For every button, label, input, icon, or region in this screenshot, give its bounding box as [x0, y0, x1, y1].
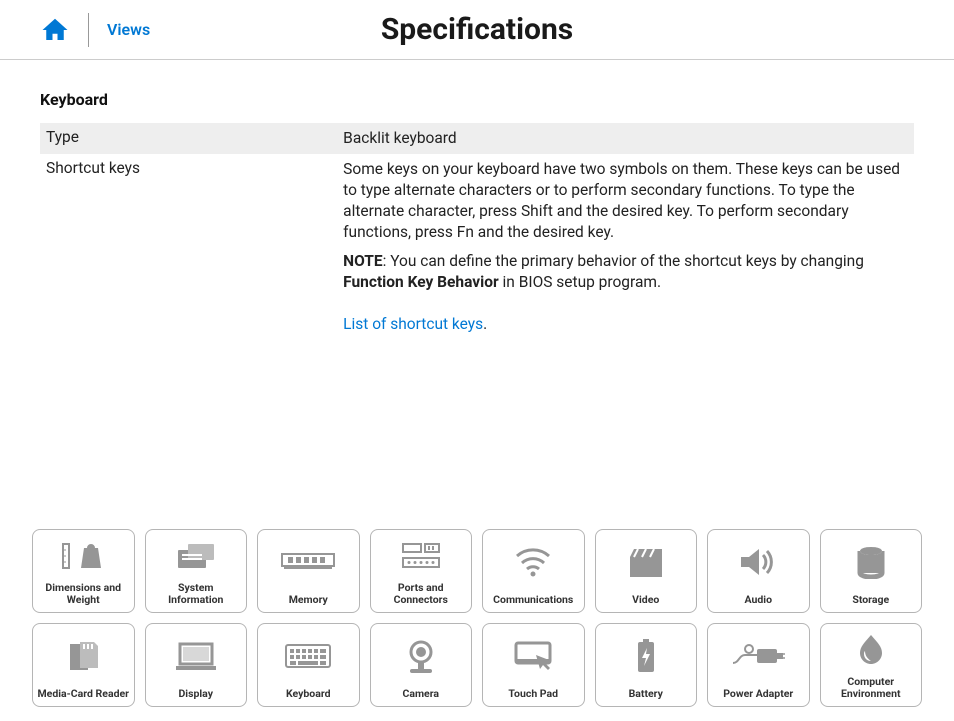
- nav-battery[interactable]: Battery: [595, 623, 698, 707]
- dimensions-weight-icon: [59, 540, 107, 572]
- nav-audio[interactable]: Audio: [707, 529, 810, 613]
- communications-icon: [513, 546, 553, 578]
- nav-label: Dimensions and Weight: [33, 582, 134, 606]
- views-link[interactable]: Views: [107, 20, 150, 39]
- memory-icon: [280, 552, 336, 572]
- system-info-icon: [174, 540, 218, 572]
- nav-label: Memory: [285, 594, 332, 606]
- display-icon: [174, 640, 218, 672]
- page-title: Specifications: [381, 12, 573, 47]
- nav-label: Storage: [848, 594, 893, 606]
- section-heading: Keyboard: [40, 90, 914, 109]
- nav-computer-environment[interactable]: Computer Environment: [820, 623, 923, 707]
- row-label: Type: [40, 123, 337, 154]
- note-tail: in BIOS setup program.: [499, 273, 661, 291]
- power-adapter-icon: [731, 643, 785, 669]
- note-block: NOTE: You can define the primary behavio…: [343, 251, 908, 293]
- shortcut-description: Some keys on your keyboard have two symb…: [343, 160, 900, 241]
- environment-icon: [856, 633, 886, 667]
- shortcut-keys-link[interactable]: List of shortcut keys: [343, 315, 483, 333]
- nav-label: System Information: [146, 582, 247, 606]
- nav-label: Ports and Connectors: [371, 582, 472, 606]
- spec-table: Type Backlit keyboard Shortcut keys Some…: [40, 123, 914, 340]
- table-row: Shortcut keys Some keys on your keyboard…: [40, 154, 914, 340]
- battery-icon: [635, 638, 657, 674]
- nav-system-information[interactable]: System Information: [145, 529, 248, 613]
- note-label: NOTE: [343, 252, 382, 270]
- nav-label: Communications: [489, 594, 577, 606]
- camera-icon: [404, 638, 438, 674]
- header: Views Specifications: [0, 0, 954, 60]
- nav-label: Video: [628, 594, 663, 606]
- nav-dimensions-weight[interactable]: Dimensions and Weight: [32, 529, 135, 613]
- nav-touch-pad[interactable]: Touch Pad: [482, 623, 585, 707]
- nav-camera[interactable]: Camera: [370, 623, 473, 707]
- nav-label: Touch Pad: [504, 688, 562, 700]
- header-divider: [88, 13, 89, 47]
- nav-label: Display: [174, 688, 217, 700]
- note-text: : You can define the primary behavior of…: [383, 252, 864, 270]
- row-value: Some keys on your keyboard have two symb…: [337, 154, 914, 340]
- nav-ports-connectors[interactable]: Ports and Connectors: [370, 529, 473, 613]
- storage-icon: [856, 545, 886, 579]
- nav-label: Camera: [398, 688, 443, 700]
- note-bold: Function Key Behavior: [343, 273, 499, 291]
- nav-memory[interactable]: Memory: [257, 529, 360, 613]
- nav-keyboard[interactable]: Keyboard: [257, 623, 360, 707]
- nav-communications[interactable]: Communications: [482, 529, 585, 613]
- nav-label: Power Adapter: [719, 688, 797, 700]
- home-icon[interactable]: [40, 15, 70, 45]
- link-row: List of shortcut keys.: [343, 314, 908, 335]
- media-card-icon: [64, 640, 102, 672]
- nav-display[interactable]: Display: [145, 623, 248, 707]
- nav-label: Media-Card Reader: [33, 688, 133, 700]
- nav-media-card-reader[interactable]: Media-Card Reader: [32, 623, 135, 707]
- row-label: Shortcut keys: [40, 154, 337, 340]
- nav-storage[interactable]: Storage: [820, 529, 923, 613]
- nav-label: Audio: [741, 594, 777, 606]
- nav-label: Computer Environment: [821, 676, 922, 700]
- content-area: Keyboard Type Backlit keyboard Shortcut …: [0, 60, 954, 340]
- touchpad-icon: [512, 639, 554, 673]
- keyboard-icon: [284, 643, 332, 669]
- nav-grid: Dimensions and Weight System Information…: [32, 529, 922, 707]
- video-icon: [626, 545, 666, 579]
- audio-icon: [737, 545, 779, 579]
- table-row: Type Backlit keyboard: [40, 123, 914, 154]
- nav-label: Keyboard: [282, 688, 335, 700]
- link-period: .: [483, 315, 487, 333]
- nav-power-adapter[interactable]: Power Adapter: [707, 623, 810, 707]
- row-value: Backlit keyboard: [337, 123, 914, 154]
- nav-label: Battery: [625, 688, 667, 700]
- nav-video[interactable]: Video: [595, 529, 698, 613]
- ports-icon: [399, 541, 443, 571]
